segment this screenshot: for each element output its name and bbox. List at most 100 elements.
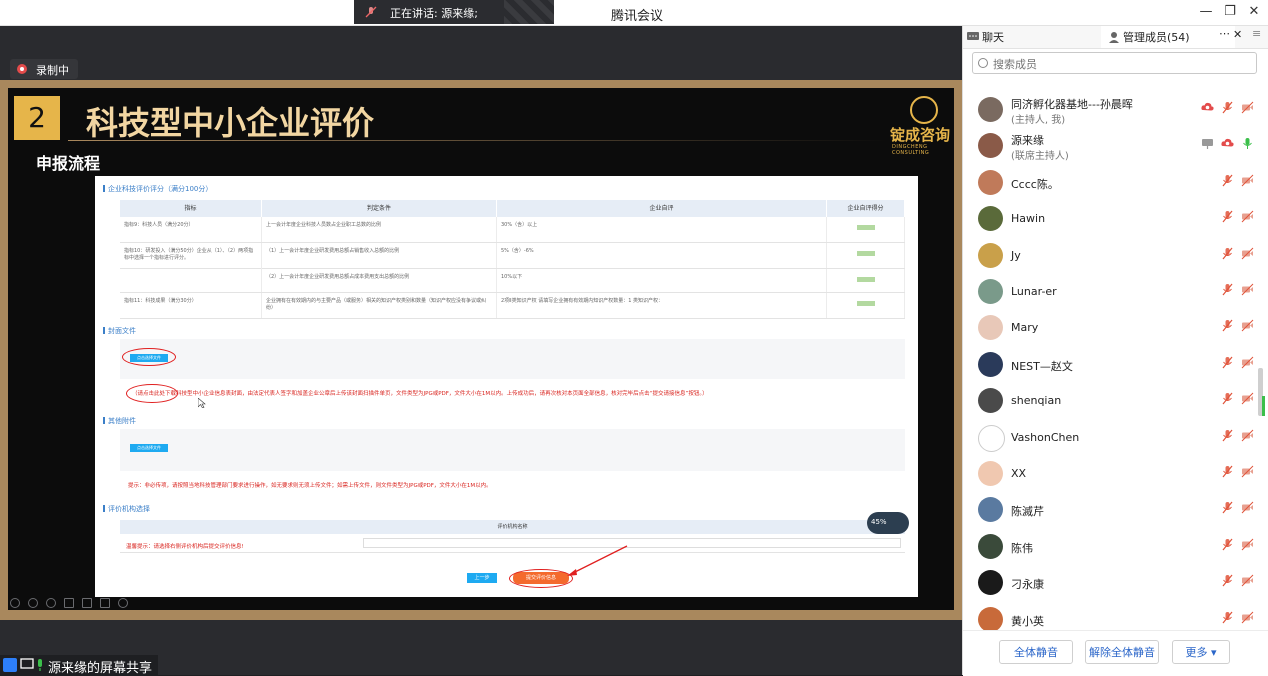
avatar <box>978 461 1003 486</box>
score-cell <box>827 243 905 268</box>
avatar <box>978 133 1003 159</box>
member-row[interactable]: VashonChen <box>963 421 1268 457</box>
screen-share-text: 源来缘的屏幕共享 <box>48 661 153 676</box>
minimize-icon[interactable]: — <box>1196 3 1216 21</box>
mic-muted-icon[interactable] <box>1221 210 1234 223</box>
cursor-icon <box>198 398 206 408</box>
camera-off-icon[interactable] <box>1241 611 1254 624</box>
avatar <box>978 169 1003 195</box>
score-value-blur <box>856 225 875 230</box>
member-row[interactable]: 源来缘 (联席主持人) <box>963 129 1268 165</box>
user-icon <box>3 658 17 672</box>
member-row[interactable]: Mary <box>963 311 1268 347</box>
mic-muted-icon[interactable] <box>1221 356 1234 369</box>
member-row[interactable]: 陈伟 <box>963 530 1268 566</box>
menu-icon[interactable]: ≡ <box>1252 27 1261 40</box>
progress-value: 45% <box>871 518 887 526</box>
camera-off-icon[interactable] <box>1241 356 1254 369</box>
mic-muted-icon[interactable] <box>1221 538 1234 551</box>
search-input[interactable] <box>991 55 1255 73</box>
member-row[interactable]: Cccc陈。 <box>963 166 1268 202</box>
red-arrow-icon <box>567 545 628 576</box>
window-icon[interactable] <box>82 598 92 608</box>
more-button[interactable]: 更多 ▾ <box>1172 640 1230 664</box>
member-name: 黄小英 <box>1011 614 1044 628</box>
member-name: 源来缘 <box>1011 134 1044 148</box>
recording-badge[interactable]: 录制中 <box>10 59 78 79</box>
mic-muted-icon[interactable] <box>1221 101 1234 114</box>
avatar <box>978 351 1003 377</box>
cover-note: （请点击此处下载科技型中小企业信息表封面，由法定代表人签字和加盖企业公章后上传该… <box>132 391 708 397</box>
camera-off-icon[interactable] <box>1241 465 1254 478</box>
mute-all-button[interactable]: 全体静音 <box>999 640 1073 664</box>
close-icon[interactable]: ✕ <box>1244 3 1264 21</box>
member-row[interactable]: 陈滅芹 <box>963 493 1268 529</box>
table-cell: 上一会计年度企业科技人员数占企业职工总数的比例 <box>262 217 497 242</box>
section-org-title: 评价机构选择 <box>103 504 150 514</box>
video-icon[interactable] <box>100 598 110 608</box>
more-options-icon[interactable]: ⋯ <box>1219 27 1230 40</box>
avatar <box>978 533 1003 559</box>
screen-share-icon[interactable] <box>1201 137 1214 150</box>
member-row[interactable]: Jy <box>963 239 1268 275</box>
mic-muted-icon[interactable] <box>1221 611 1234 624</box>
zoom-icon[interactable] <box>46 598 56 608</box>
org-select[interactable] <box>363 538 901 548</box>
slide-frame: 2 科技型中小企业评价 锭成咨询 DINGCHENG CONSULTING 申报… <box>0 80 962 620</box>
mic-muted-icon[interactable] <box>1221 574 1234 587</box>
annotate-icon[interactable] <box>10 598 20 608</box>
search-box[interactable] <box>972 52 1257 74</box>
score-value-blur <box>856 277 875 282</box>
member-row[interactable]: 刁永康 <box>963 566 1268 602</box>
camera-off-icon[interactable] <box>1241 574 1254 587</box>
pointer-icon[interactable] <box>28 598 38 608</box>
avatar <box>978 315 1003 341</box>
fullscreen-icon[interactable] <box>64 598 74 608</box>
member-row[interactable]: shenqian <box>963 384 1268 420</box>
member-name: Hawin <box>1011 212 1046 226</box>
mic-muted-icon[interactable] <box>1221 174 1234 187</box>
camera-off-icon[interactable] <box>1241 101 1254 114</box>
avatar <box>978 497 1003 523</box>
mic-muted-icon[interactable] <box>1221 247 1234 260</box>
mic-muted-icon[interactable] <box>1221 465 1234 478</box>
member-row[interactable]: XX <box>963 457 1268 493</box>
mic-muted-icon[interactable] <box>1221 429 1234 442</box>
mic-muted-icon[interactable] <box>1221 319 1234 332</box>
audio-level-indicator <box>1262 396 1265 416</box>
avatar <box>978 570 1003 596</box>
table-header: 指标 <box>120 200 262 217</box>
cloud-record-icon <box>17 64 27 74</box>
camera-off-icon[interactable] <box>1241 174 1254 187</box>
member-row[interactable]: Lunar-er <box>963 275 1268 311</box>
mic-on-icon[interactable] <box>1241 137 1254 150</box>
unmute-all-button[interactable]: 解除全体静音 <box>1085 640 1159 664</box>
restore-icon[interactable]: ❐ <box>1220 3 1240 21</box>
tab-chat[interactable]: 聊天 <box>982 29 1004 45</box>
camera-off-icon[interactable] <box>1241 392 1254 405</box>
mic-muted-icon[interactable] <box>1221 501 1234 514</box>
cloud-record-icon[interactable] <box>1201 101 1214 114</box>
tab-members[interactable]: 管理成员(54) <box>1123 29 1190 45</box>
camera-off-icon[interactable] <box>1241 247 1254 260</box>
mic-muted-icon[interactable] <box>1221 392 1234 405</box>
camera-off-icon[interactable] <box>1241 283 1254 296</box>
score-cell <box>827 217 905 242</box>
mic-muted-icon[interactable] <box>1221 283 1234 296</box>
close-panel-icon[interactable]: ✕ <box>1233 28 1242 41</box>
camera-off-icon[interactable] <box>1241 538 1254 551</box>
company-logo-subtext: DINGCHENG CONSULTING <box>892 144 930 156</box>
member-row[interactable]: NEST—赵文 <box>963 348 1268 384</box>
member-row[interactable]: Hawin <box>963 202 1268 238</box>
attach-upload-button[interactable]: 点击选择文件 <box>130 444 168 452</box>
camera-off-icon[interactable] <box>1241 210 1254 223</box>
camera-off-icon[interactable] <box>1241 501 1254 514</box>
camera-off-icon[interactable] <box>1241 429 1254 442</box>
camera-off-icon[interactable] <box>1241 319 1254 332</box>
prev-step-button[interactable]: 上一步 <box>467 573 497 583</box>
table-cell: 30%（含）以上 <box>497 217 827 242</box>
cloud-record-icon[interactable] <box>1221 137 1234 150</box>
panel-footer: 全体静音 解除全体静音 更多 ▾ <box>963 630 1268 676</box>
member-row[interactable]: 同济孵化器基地---孙晨晖 (主持人, 我) <box>963 93 1268 129</box>
more-icon[interactable] <box>118 598 128 608</box>
